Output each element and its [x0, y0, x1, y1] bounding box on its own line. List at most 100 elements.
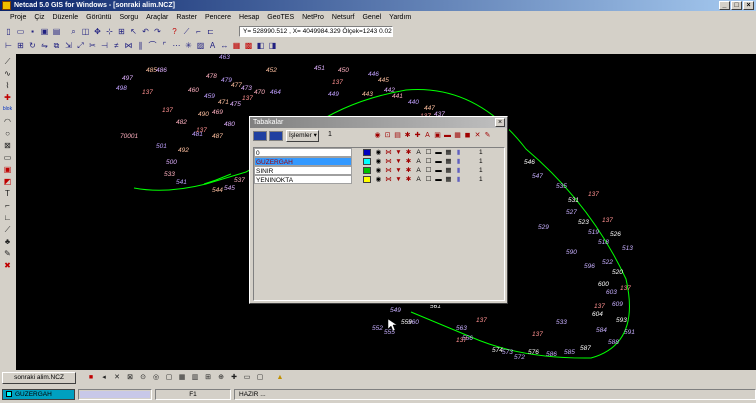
close-button[interactable]: ×	[743, 1, 754, 10]
cross-icon[interactable]: ✕	[112, 373, 122, 383]
block-tool-icon[interactable]: blok	[2, 104, 14, 115]
redo-icon[interactable]: ↷	[152, 26, 163, 37]
hatch-header-icon[interactable]: ▦	[453, 131, 462, 140]
pen-header-icon[interactable]: ✎	[483, 131, 492, 140]
layer-icon[interactable]: ▦	[231, 40, 242, 51]
snap-mid-icon[interactable]: ◎	[151, 373, 161, 383]
checkbox-icon[interactable]: ☐	[424, 175, 433, 184]
menu-ciz[interactable]: Çiz	[30, 12, 48, 24]
layer-row[interactable]: SINIR ◉ ⋈ ▼ ✱ A ☐ ▬ ▦ ▮ 1	[254, 166, 504, 175]
snap-end-icon[interactable]: ⊠	[125, 373, 135, 383]
draw-line-icon[interactable]: ⟋	[181, 26, 192, 37]
zoom-icon[interactable]: ⌕	[68, 26, 79, 37]
freeze-icon[interactable]: ✱	[404, 166, 413, 175]
select-icon[interactable]: ↖	[128, 26, 139, 37]
delete-header-icon[interactable]: ✕	[473, 131, 482, 140]
fillet-icon[interactable]: ⌒	[147, 40, 158, 51]
area-tool-icon[interactable]: ◩	[2, 176, 14, 187]
menu-genel[interactable]: Genel	[358, 12, 385, 24]
move-icon[interactable]: ⇲	[63, 40, 74, 51]
polyline-tool-icon[interactable]: ⌇	[2, 80, 14, 91]
color-icon[interactable]: ▮	[454, 157, 463, 166]
menu-araclar[interactable]: Araçlar	[142, 12, 172, 24]
snap-center-icon[interactable]: ⊙	[138, 373, 148, 383]
polyline-icon[interactable]: ⌐	[193, 26, 204, 37]
menu-geotes[interactable]: GeoTES	[263, 12, 298, 24]
mirror-icon[interactable]: ⇋	[39, 40, 50, 51]
layer-name[interactable]: GUZERGAH	[254, 157, 352, 166]
print-icon[interactable]: ▤	[51, 26, 62, 37]
explode-icon[interactable]: ✳	[183, 40, 194, 51]
lock-icon[interactable]: ⋈	[384, 157, 393, 166]
snap-header-icon[interactable]: ✚	[413, 131, 422, 140]
layer-row[interactable]: YENINOKTA ◉ ⋈ ▼ ✱ A ☐ ▬ ▦ ▮ 1	[254, 175, 504, 184]
box-mode-icon[interactable]: ▢	[255, 373, 265, 383]
text-flag-icon[interactable]: A	[414, 166, 423, 175]
insert-icon[interactable]: ◨	[267, 40, 278, 51]
file-tab[interactable]: sonraki alim.NCZ	[2, 372, 76, 384]
visible-icon[interactable]: ◉	[374, 148, 383, 157]
color-header-icon[interactable]: ◼	[463, 131, 472, 140]
hatch-icon[interactable]: ▦	[444, 166, 453, 175]
color-icon[interactable]: ▮	[454, 148, 463, 157]
layer-color-swatch[interactable]	[363, 176, 371, 183]
menu-yardim[interactable]: Yardım	[385, 12, 415, 24]
print-icon[interactable]: ▼	[394, 175, 403, 184]
snap-icon[interactable]: ⊞	[116, 26, 127, 37]
current-layer-selector[interactable]: GUZERGAH	[2, 388, 75, 400]
menu-goruntu[interactable]: Görüntü	[82, 12, 115, 24]
filter-header-icon[interactable]: ▣	[433, 131, 442, 140]
text-icon[interactable]: A	[207, 40, 218, 51]
layer-color-swatch[interactable]	[363, 149, 371, 156]
print-icon[interactable]: ▼	[394, 166, 403, 175]
grid-snap-icon[interactable]: ▦	[177, 373, 187, 383]
layer-save-icon[interactable]	[269, 131, 283, 141]
layer-row[interactable]: GUZERGAH ◉ ⋈ ▼ ✱ A ☐ ▬ ▦ ▮ 1	[254, 157, 504, 166]
save-all-icon[interactable]: ▣	[39, 26, 50, 37]
break-icon[interactable]: ≠	[111, 40, 122, 51]
text-tool-icon[interactable]: T	[2, 188, 14, 199]
dimension-icon[interactable]: ↔	[219, 40, 230, 51]
chamfer-icon[interactable]: ⌜	[159, 40, 170, 51]
freeze-icon[interactable]: ✱	[404, 157, 413, 166]
menu-sorgu[interactable]: Sorgu	[115, 12, 142, 24]
corner-tool-icon[interactable]: ⌐	[2, 200, 14, 211]
hatch-icon[interactable]: ▨	[195, 40, 206, 51]
color-icon[interactable]: ▮	[454, 175, 463, 184]
line-mode-icon[interactable]: ▭	[242, 373, 252, 383]
visible-icon[interactable]: ◉	[374, 166, 383, 175]
measure-icon[interactable]: ⊹	[104, 26, 115, 37]
hatch-icon[interactable]: ▦	[444, 148, 453, 157]
join-icon[interactable]: ⋈	[123, 40, 134, 51]
ortho-mode-icon[interactable]: ⊞	[203, 373, 213, 383]
pen-tool-icon[interactable]: ✎	[2, 248, 14, 259]
hatch-icon[interactable]: ▦	[444, 157, 453, 166]
hatch-icon[interactable]: ▦	[444, 175, 453, 184]
circle-tool-icon[interactable]: ○	[2, 128, 14, 139]
copy-icon[interactable]: ⧉	[51, 40, 62, 51]
linetype-icon[interactable]: ▬	[434, 148, 443, 157]
open-folder-icon[interactable]: ▭	[15, 26, 26, 37]
block-icon[interactable]: ◧	[255, 40, 266, 51]
freeze-icon[interactable]: ✱	[404, 175, 413, 184]
warning-icon[interactable]: ▲	[275, 373, 285, 383]
text-flag-icon[interactable]: A	[414, 148, 423, 157]
zoom-window-icon[interactable]: ◫	[80, 26, 91, 37]
snap-node-icon[interactable]: ▢	[164, 373, 174, 383]
plus-icon[interactable]: ✚	[229, 373, 239, 383]
cross-tool-icon[interactable]: ⊠	[2, 140, 14, 151]
layer-name[interactable]: 0	[254, 148, 352, 157]
undo-icon[interactable]: ↶	[140, 26, 151, 37]
linetype-icon[interactable]: ▬	[434, 157, 443, 166]
curve-tool-icon[interactable]: ∿	[2, 68, 14, 79]
dialog-close-button[interactable]: ×	[495, 118, 505, 127]
stop-icon[interactable]: ■	[86, 373, 96, 383]
menu-proje[interactable]: Proje	[6, 12, 30, 24]
menu-duzenle[interactable]: Düzenle	[48, 12, 82, 24]
arrow-left-icon[interactable]: ◂	[99, 373, 109, 383]
visible-icon[interactable]: ◉	[374, 175, 383, 184]
lock-header-icon[interactable]: ⊡	[383, 131, 392, 140]
minimize-button[interactable]: _	[719, 1, 730, 10]
scale-icon[interactable]: ⤢	[75, 40, 86, 51]
print-icon[interactable]: ▼	[394, 148, 403, 157]
